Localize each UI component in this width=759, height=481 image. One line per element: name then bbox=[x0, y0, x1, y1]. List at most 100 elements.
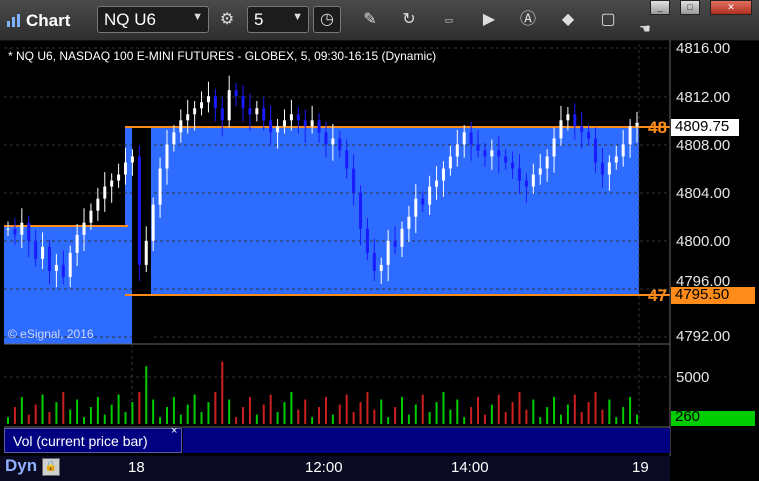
pencil-icon[interactable]: ✎ bbox=[357, 7, 383, 33]
candle-body bbox=[289, 114, 293, 121]
candle-body bbox=[490, 150, 494, 157]
candle-body bbox=[393, 240, 397, 247]
time-label: 18 bbox=[128, 459, 145, 476]
clock-icon[interactable]: ◷ bbox=[313, 6, 341, 33]
candle-body bbox=[96, 198, 100, 211]
candle-body bbox=[469, 132, 473, 145]
chart-app-icon bbox=[7, 14, 20, 27]
candle-body bbox=[421, 198, 425, 205]
candle-body bbox=[331, 138, 335, 145]
candle-body bbox=[566, 114, 570, 121]
candle-body bbox=[13, 228, 17, 235]
chevron-down-icon: ▼ bbox=[192, 11, 203, 23]
upper-line-label: 48 bbox=[648, 118, 667, 137]
price-label: 4792.00 bbox=[676, 328, 731, 345]
interval-value: 5 bbox=[254, 10, 264, 29]
candle-body bbox=[587, 132, 591, 139]
close-icon[interactable]: × bbox=[171, 425, 177, 437]
candle-body bbox=[352, 168, 356, 193]
refresh-icon[interactable]: ↻ bbox=[396, 7, 422, 33]
candle-body bbox=[186, 114, 190, 121]
candle-body bbox=[213, 96, 217, 109]
cursor-icon[interactable]: ☚ bbox=[632, 16, 658, 42]
minimize-button[interactable]: _ bbox=[650, 0, 670, 15]
maximize-button[interactable]: □ bbox=[680, 0, 700, 15]
candle-body bbox=[255, 108, 259, 115]
candle-body bbox=[20, 222, 24, 235]
candle-body bbox=[151, 204, 155, 241]
candle-body bbox=[303, 120, 307, 127]
candle-body bbox=[124, 162, 128, 175]
candle-body bbox=[379, 264, 383, 271]
candle-body bbox=[365, 228, 369, 253]
current-price-tag: 4809.75 bbox=[675, 118, 730, 135]
candle-body bbox=[41, 246, 45, 259]
candle-body bbox=[400, 228, 404, 247]
candle-body bbox=[282, 120, 286, 127]
candle-body bbox=[82, 222, 86, 235]
candle-body bbox=[407, 216, 411, 229]
dynamic-mode-label[interactable]: Dyn bbox=[5, 456, 37, 476]
candle-body bbox=[628, 126, 632, 145]
candle-body bbox=[75, 234, 79, 253]
candle-body bbox=[345, 150, 349, 169]
candle-body bbox=[54, 264, 58, 271]
price-label: 4816.00 bbox=[676, 40, 731, 57]
toolbar: Chart NQ U6 ▼ ⚙ 5 ▼ ◷ ✎ ↻ ▭ ▶ Ⓐ ◆ ▢ ☚ _ … bbox=[0, 0, 759, 41]
price-label: 4800.00 bbox=[676, 233, 731, 250]
candle-body bbox=[61, 264, 65, 277]
time-label: 12:00 bbox=[305, 459, 343, 476]
volume-study-band bbox=[183, 428, 670, 453]
get-icon[interactable]: ▭ bbox=[436, 7, 462, 33]
candle-body bbox=[34, 240, 38, 259]
candle-body bbox=[241, 96, 245, 109]
price-label: 4812.00 bbox=[676, 89, 731, 106]
candle-body bbox=[462, 132, 466, 145]
candle-body bbox=[165, 144, 169, 169]
candle-body bbox=[227, 90, 231, 121]
candle-body bbox=[580, 126, 584, 133]
candle-body bbox=[47, 246, 51, 271]
candle-body bbox=[117, 174, 121, 181]
candle-body bbox=[517, 168, 521, 181]
price-chart[interactable] bbox=[0, 40, 759, 481]
candle-body bbox=[476, 144, 480, 151]
symbol-description: * NQ U6, NASDAQ 100 E-MINI FUTURES - GLO… bbox=[8, 49, 437, 63]
candle-body bbox=[559, 120, 563, 139]
gear-icon[interactable]: ⚙ bbox=[214, 7, 240, 33]
candle-body bbox=[234, 90, 238, 97]
candle-body bbox=[158, 168, 162, 205]
diamond-icon[interactable]: ◆ bbox=[555, 7, 581, 33]
chat-icon[interactable]: ▢ bbox=[595, 7, 621, 33]
candle-body bbox=[172, 132, 176, 145]
close-button[interactable]: ✕ bbox=[710, 0, 752, 15]
candle-body bbox=[504, 156, 508, 163]
candle-body bbox=[324, 132, 328, 145]
candle-body bbox=[600, 162, 604, 175]
candle-body bbox=[497, 150, 501, 157]
candle-body bbox=[89, 210, 93, 223]
candle-body bbox=[372, 252, 376, 271]
candle-body bbox=[635, 122, 639, 127]
price-label: 4804.00 bbox=[676, 185, 731, 202]
candle-body bbox=[414, 198, 418, 217]
candle-body bbox=[448, 156, 452, 169]
candle-body bbox=[206, 96, 210, 103]
candle-body bbox=[103, 186, 107, 199]
volume-study-title: Vol (current price bar) bbox=[13, 433, 148, 449]
volume-study-label[interactable]: Vol (current price bar) bbox=[4, 428, 182, 453]
candle-body bbox=[338, 138, 342, 151]
symbol-selector[interactable]: NQ U6 ▼ bbox=[97, 6, 209, 33]
time-label: 14:00 bbox=[451, 459, 489, 476]
candle-body bbox=[483, 150, 487, 157]
interval-selector[interactable]: 5 ▼ bbox=[247, 6, 309, 33]
candle-body bbox=[248, 108, 252, 115]
candle-body bbox=[144, 240, 148, 265]
candle-body bbox=[428, 186, 432, 205]
price-label: 4808.00 bbox=[676, 137, 731, 154]
lock-icon[interactable]: 🔒 bbox=[42, 458, 60, 476]
volume-axis-label: 5000 bbox=[676, 369, 710, 386]
play-icon[interactable]: ▶ bbox=[476, 7, 502, 33]
alert-icon[interactable]: Ⓐ bbox=[515, 7, 541, 33]
candle-body bbox=[359, 192, 363, 229]
